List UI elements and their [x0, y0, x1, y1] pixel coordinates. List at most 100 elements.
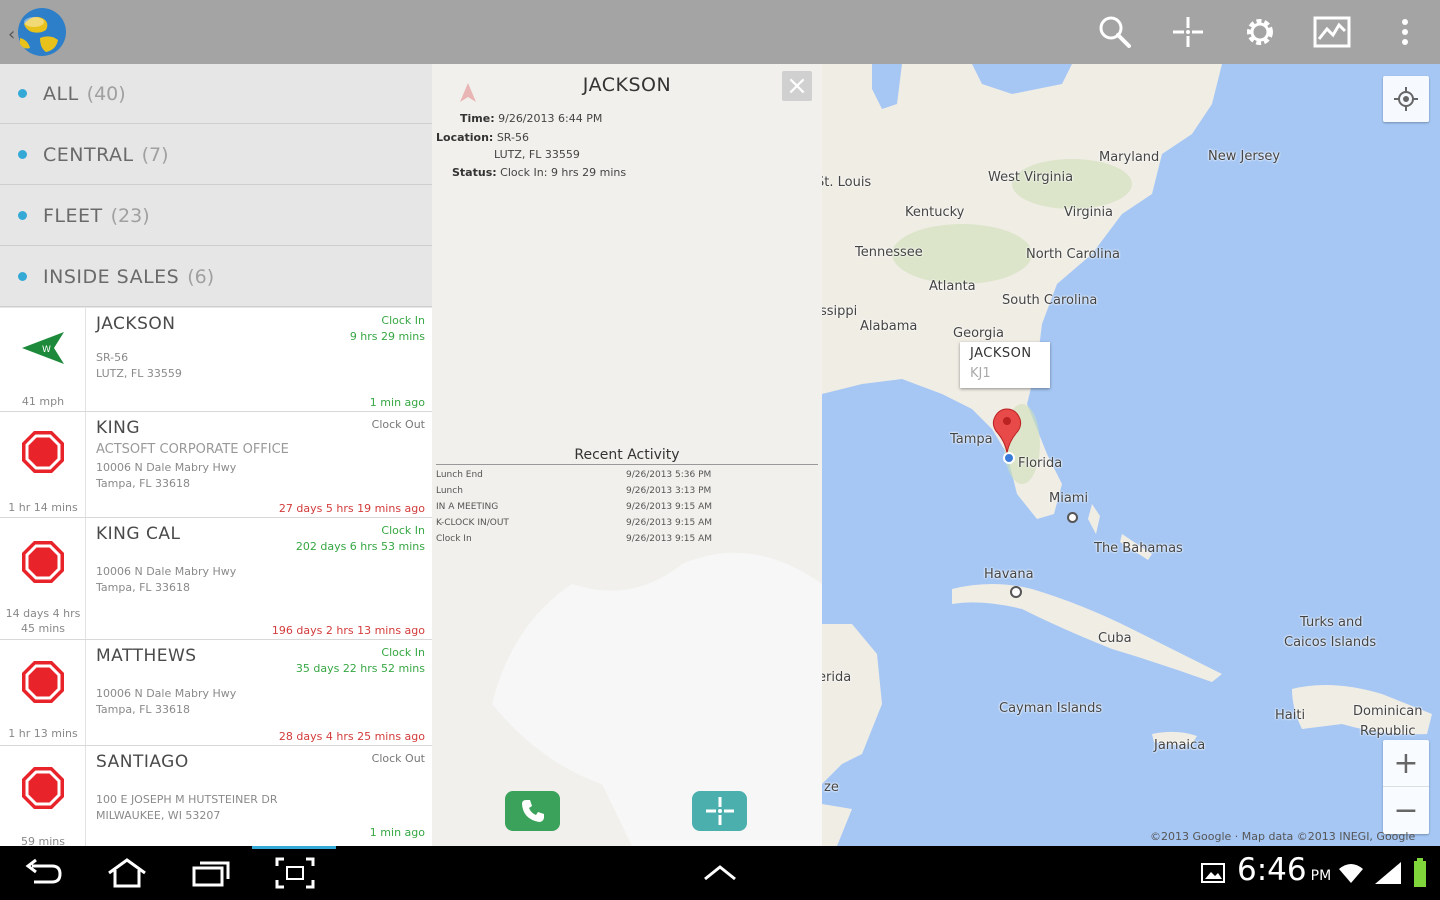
status-label: Clock Out — [371, 752, 425, 765]
address-line-1: 10006 N Dale Mabry Hwy — [96, 461, 237, 474]
status-label: Status: — [452, 166, 497, 179]
map-label: Atlanta — [929, 279, 976, 294]
employee-duration: 1 hr 13 mins — [8, 727, 78, 740]
map-label: Georgia — [953, 326, 1004, 341]
call-button[interactable] — [505, 791, 560, 831]
employee-name: SANTIAGO — [96, 752, 189, 772]
group-item-central[interactable]: CENTRAL (7) — [0, 125, 432, 185]
status-duration: 202 days 6 hrs 53 mins — [295, 540, 425, 553]
recent-apps-icon[interactable] — [190, 854, 232, 892]
activity-type: Lunch End — [436, 470, 483, 480]
map-label: Kentucky — [905, 205, 965, 220]
time-value: 9/26/2013 6:44 PM — [498, 112, 603, 125]
employee-name: JACKSON — [96, 314, 176, 334]
marker-title: JACKSON — [970, 346, 1032, 361]
marker-subtitle: KJ1 — [970, 366, 991, 381]
search-icon[interactable] — [1095, 14, 1135, 50]
group-bullet-icon — [18, 89, 27, 98]
address-line-2: Tampa, FL 33618 — [96, 581, 191, 594]
phone-icon — [521, 800, 544, 822]
map-label: Republic — [1360, 724, 1416, 739]
employee-item-santiago[interactable]: 59 mins SANTIAGO 100 E JOSEPH M HUTSTEIN… — [0, 746, 432, 846]
employee-duration: 1 hr 14 mins — [8, 501, 78, 514]
group-item-inside-sales[interactable]: INSIDE SALES (6) — [0, 247, 432, 307]
last-update: 1 min ago — [369, 396, 425, 409]
map-land-shapes — [822, 64, 1432, 846]
map-label: erida — [822, 670, 852, 685]
employee-name: KING CAL — [96, 524, 181, 544]
map-view[interactable]: Maryland New Jersey West Virginia St. Lo… — [822, 64, 1440, 846]
stop-sign-icon — [21, 660, 65, 708]
status-label: Clock In — [381, 524, 425, 537]
map-label: Cayman Islands — [999, 701, 1103, 716]
chevron-up-icon[interactable] — [700, 854, 740, 892]
employee-item-king-cal[interactable]: 14 days 4 hrs 45 mins KING CAL 10006 N D… — [0, 518, 432, 640]
stop-sign-icon — [21, 766, 65, 814]
group-count: (23) — [110, 204, 150, 227]
address-line-2: Tampa, FL 33618 — [96, 703, 191, 716]
map-label: Miami — [1049, 491, 1089, 506]
employee-address: 100 E JOSEPH M HUTSTEINER DR MILWAUKEE, … — [96, 792, 278, 824]
map-label: Tampa — [950, 432, 993, 447]
activity-time: 9/26/2013 9:15 AM — [626, 534, 713, 544]
employee-status: Clock Out — [372, 417, 425, 433]
divider — [436, 464, 818, 465]
signal-strength-icon — [1372, 854, 1404, 892]
zoom-out-button[interactable]: − — [1383, 787, 1429, 833]
employee-duration: 14 days 4 hrs 45 mins — [0, 606, 86, 636]
employee-item-matthews[interactable]: 1 hr 13 mins MATTHEWS 10006 N Dale Mabry… — [0, 640, 432, 746]
last-update: 28 days 4 hrs 25 mins ago — [278, 730, 425, 743]
recent-activity-title: Recent Activity — [574, 447, 680, 463]
center-map-icon[interactable] — [1168, 14, 1208, 50]
detail-title: JACKSON — [582, 74, 672, 96]
stop-sign-icon — [21, 540, 65, 588]
settings-gear-icon[interactable] — [1240, 14, 1280, 50]
group-bullet-icon — [18, 272, 27, 281]
crosshair-icon — [705, 797, 734, 825]
map-label: St. Louis — [822, 175, 872, 190]
map-layers-icon[interactable] — [1312, 14, 1352, 50]
activity-time: 9/26/2013 9:15 AM — [626, 502, 713, 512]
employee-speed: 41 mph — [21, 395, 65, 408]
map-label: Tennessee — [855, 245, 923, 260]
map-label: New Jersey — [1208, 149, 1281, 164]
my-location-button[interactable] — [1383, 76, 1429, 122]
center-on-map-button[interactable] — [692, 791, 747, 831]
map-label: Alabama — [860, 319, 918, 334]
marker-info-window[interactable]: JACKSON KJ1 — [960, 342, 1050, 388]
last-update: 196 days 2 hrs 13 mins ago — [271, 624, 425, 637]
battery-icon — [1410, 854, 1430, 892]
gallery-notification-icon[interactable] — [1198, 854, 1228, 892]
app-logo-icon[interactable]: ‹ — [6, 4, 68, 60]
home-icon[interactable] — [104, 854, 150, 892]
employee-item-jackson[interactable]: W 41 mph JACKSON SR-56 LUTZ, FL 33559 Cl… — [0, 308, 432, 412]
map-attribution: ©2013 Google · Map data ©2013 INEGI, Goo… — [1150, 830, 1416, 843]
activity-type: K-CLOCK IN/OUT — [436, 518, 509, 528]
group-item-fleet[interactable]: FLEET (23) — [0, 186, 432, 246]
employee-status: Clock In 202 days 6 hrs 53 mins — [296, 523, 425, 555]
duration-line-1: 14 days 4 hrs — [5, 607, 81, 620]
employee-item-king[interactable]: 1 hr 14 mins KING ACTSOFT CORPORATE OFFI… — [0, 412, 432, 518]
group-item-all[interactable]: ALL (40) — [0, 64, 432, 124]
employee-status: Clock In 35 days 22 hrs 52 mins — [296, 645, 425, 677]
employee-list: W 41 mph JACKSON SR-56 LUTZ, FL 33559 Cl… — [0, 308, 432, 846]
map-label: South Carolina — [1002, 293, 1098, 308]
activity-type: IN A MEETING — [436, 502, 499, 512]
back-icon[interactable] — [22, 854, 66, 892]
zoom-controls: + − — [1383, 740, 1429, 834]
map-label: Turks and — [1300, 615, 1363, 630]
employee-status: Clock In 9 hrs 29 mins — [350, 313, 425, 345]
group-label: CENTRAL — [43, 143, 134, 166]
group-count: (6) — [187, 265, 215, 288]
duration-line-2: 45 mins — [21, 622, 65, 635]
activity-time: 9/26/2013 3:13 PM — [626, 486, 712, 496]
map-label: Caicos Islands — [1284, 635, 1377, 650]
close-icon[interactable]: × — [782, 71, 812, 101]
overflow-menu-icon[interactable] — [1385, 14, 1425, 50]
activity-time: 9/26/2013 5:36 PM — [626, 470, 712, 480]
map-label: Virginia — [1064, 205, 1114, 220]
screenshot-icon[interactable] — [274, 854, 316, 892]
system-nav-bar — [0, 846, 1440, 900]
zoom-in-button[interactable]: + — [1383, 740, 1429, 787]
address-line-1: 10006 N Dale Mabry Hwy — [96, 565, 237, 578]
